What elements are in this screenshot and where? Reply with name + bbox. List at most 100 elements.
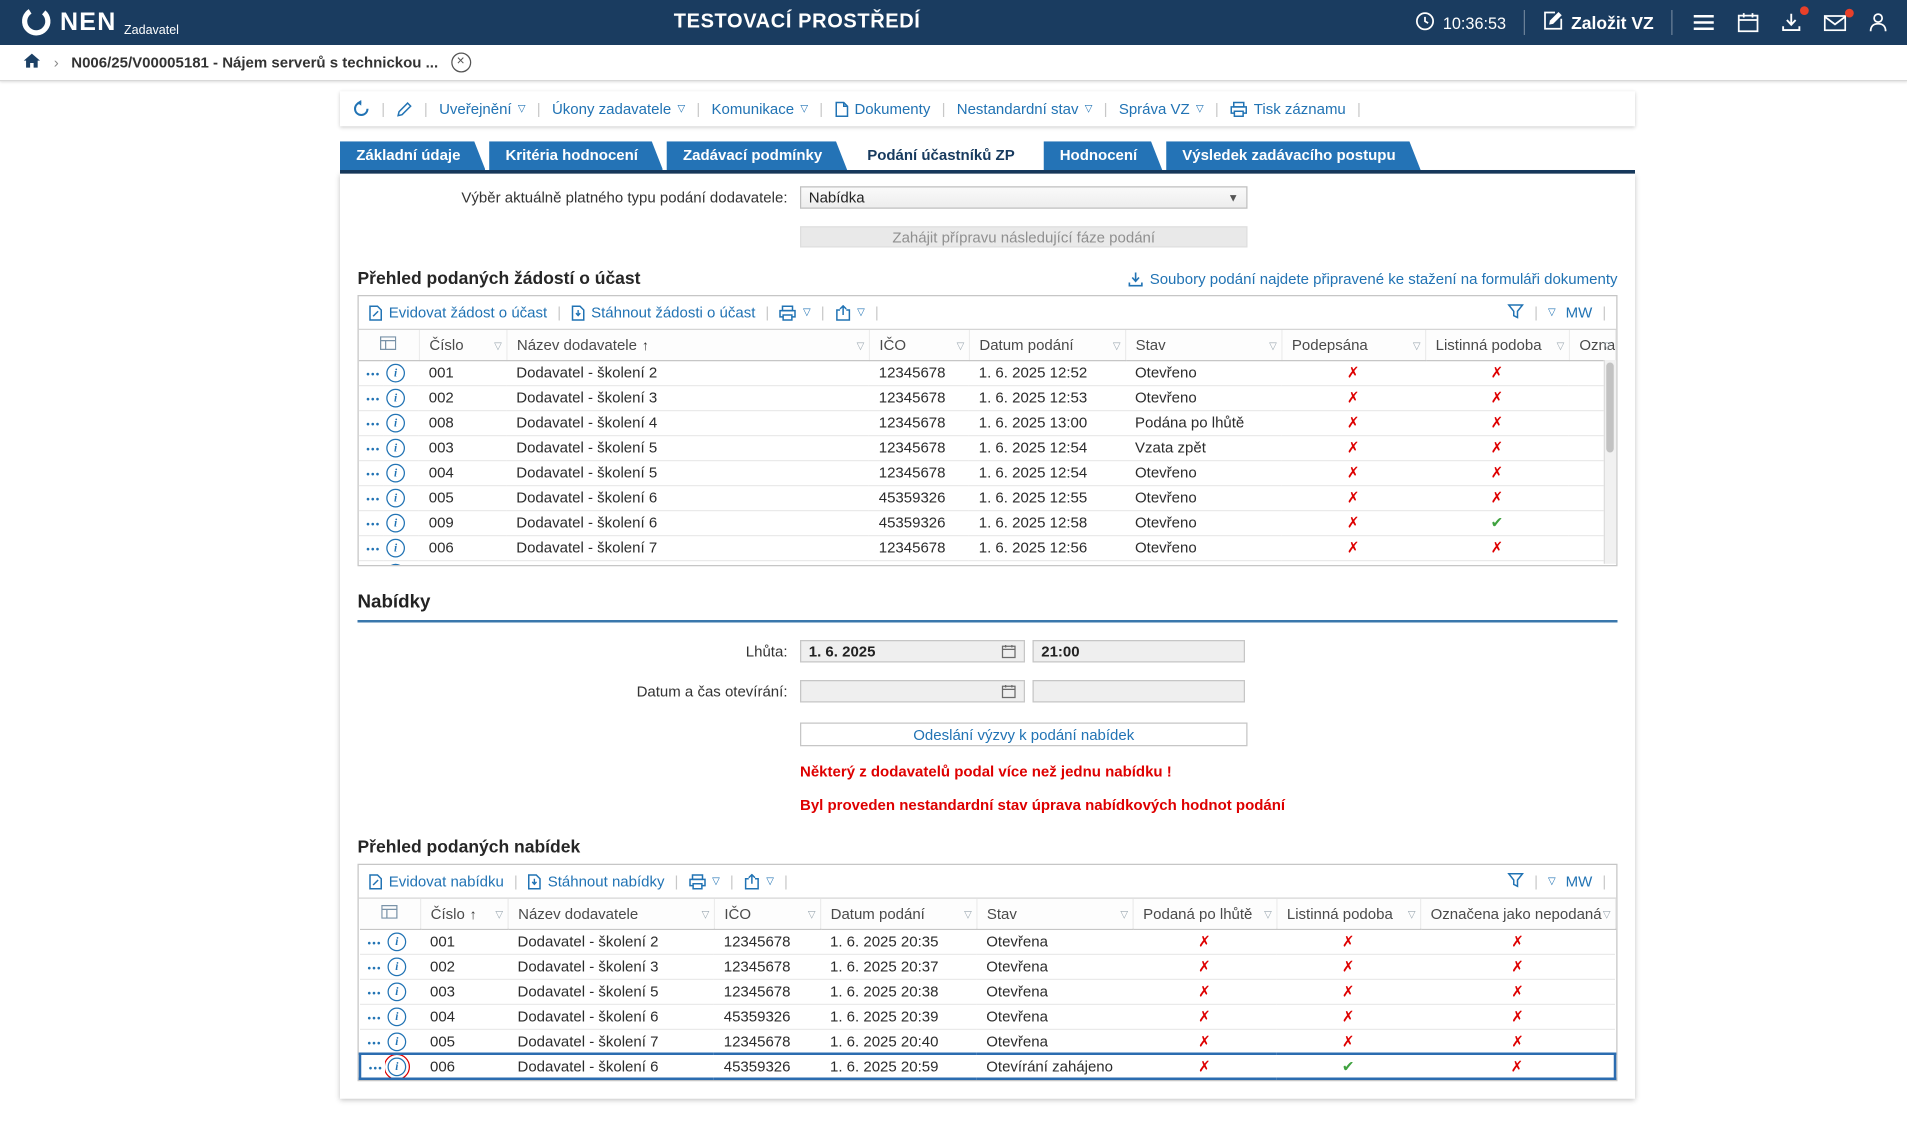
table-row[interactable]: •••i006Dodavatel - školení 7123456781. 6… — [359, 535, 1616, 560]
filter-button[interactable] — [1508, 872, 1524, 891]
menu-uverejneni[interactable]: Uveřejnění▽ — [439, 100, 525, 118]
row-menu-icon[interactable]: ••• — [366, 394, 380, 405]
deadline-time-field[interactable]: 21:00 — [1033, 640, 1246, 663]
column-header-ičo[interactable]: IČO▽ — [714, 899, 820, 929]
grid-settings-icon[interactable] — [360, 899, 420, 929]
scrollbar-thumb[interactable] — [1606, 363, 1614, 453]
home-button[interactable] — [23, 53, 42, 73]
opening-time-field[interactable] — [1033, 680, 1246, 703]
row-menu-icon[interactable]: ••• — [369, 1063, 383, 1074]
column-header-název-dodavatele[interactable]: Název dodavatele↑▽ — [506, 330, 869, 360]
calendar-icon[interactable] — [1001, 684, 1016, 699]
row-info-icon[interactable]: i — [386, 489, 405, 508]
table-row[interactable]: •••i001Dodavatel - školení 2123456781. 6… — [360, 929, 1615, 954]
column-header-číslo[interactable]: Číslo▽ — [419, 330, 507, 360]
column-header-stav[interactable]: Stav▽ — [1125, 330, 1281, 360]
row-info-icon[interactable]: i — [386, 439, 405, 458]
filter-caret-icon[interactable]: ▽ — [1413, 340, 1421, 351]
session-clock[interactable]: 10:36:53 — [1415, 11, 1506, 35]
table-row[interactable]: •••i007Dodavatel - školení 8123456781. 6… — [359, 560, 1616, 565]
start-next-phase-button[interactable]: Zahájit přípravu následující fáze podání — [800, 226, 1248, 247]
profile-icon[interactable] — [1866, 10, 1890, 35]
print-grid-button[interactable]: ▽ — [688, 873, 719, 889]
calendar-icon[interactable] — [1735, 10, 1761, 35]
download-requests-button[interactable]: Stáhnout žádosti o účast — [571, 304, 755, 322]
table-row[interactable]: •••i004Dodavatel - školení 5123456781. 6… — [359, 460, 1616, 485]
filter-caret-icon[interactable]: ▽ — [1120, 909, 1128, 920]
table-row[interactable]: •••i005Dodavatel - školení 7123456781. 6… — [360, 1029, 1615, 1054]
table-row[interactable]: •••i004Dodavatel - školení 6453593261. 6… — [360, 1004, 1615, 1029]
column-header-podaná-po-lhůtě[interactable]: Podaná po lhůtě▽ — [1133, 899, 1277, 929]
menu-dokumenty[interactable]: Dokumenty — [834, 100, 930, 118]
row-info-icon[interactable]: i — [386, 514, 405, 533]
history-button[interactable] — [353, 100, 371, 118]
row-info-icon[interactable]: i — [386, 414, 405, 433]
download-offers-button[interactable]: Stáhnout nabídky — [528, 873, 665, 891]
row-menu-icon[interactable]: ••• — [368, 988, 382, 999]
print-grid-button[interactable]: ▽ — [779, 304, 810, 320]
column-header-datum-podání[interactable]: Datum podání▽ — [969, 330, 1125, 360]
tab-vysledek-zadavaciho-postupu[interactable]: Výsledek zadávacího postupu — [1166, 141, 1421, 170]
table-row[interactable]: •••i003Dodavatel - školení 5123456781. 6… — [359, 435, 1616, 460]
row-menu-icon[interactable]: ••• — [368, 938, 382, 949]
table-row[interactable]: •••i002Dodavatel - školení 3123456781. 6… — [360, 954, 1615, 979]
menu-ukony-zadavatele[interactable]: Úkony zadavatele▽ — [552, 100, 685, 118]
tab-kriteria-hodnoceni[interactable]: Kritéria hodnocení — [489, 141, 663, 170]
create-vz-button[interactable]: Založit VZ — [1542, 10, 1653, 35]
column-header-podepsána[interactable]: Podepsána▽ — [1281, 330, 1425, 360]
app-logo[interactable]: NEN Zadavatel — [20, 4, 179, 40]
chevron-down-icon[interactable]: ▽ — [1548, 876, 1556, 886]
row-menu-icon[interactable]: ••• — [366, 544, 380, 555]
calendar-icon[interactable] — [1001, 644, 1016, 659]
filter-caret-icon[interactable]: ▽ — [964, 909, 972, 920]
column-header-ičo[interactable]: IČO▽ — [869, 330, 969, 360]
chevron-down-icon[interactable]: ▽ — [1548, 308, 1556, 318]
filter-caret-icon[interactable]: ▽ — [1408, 909, 1416, 920]
column-header-stav[interactable]: Stav▽ — [976, 899, 1132, 929]
filter-caret-icon[interactable]: ▽ — [957, 340, 965, 351]
opening-date-field[interactable] — [800, 680, 1025, 703]
grid-settings-icon[interactable] — [359, 330, 419, 360]
row-menu-icon[interactable]: ••• — [366, 419, 380, 430]
row-info-icon[interactable]: i — [388, 933, 407, 952]
row-info-icon[interactable]: i — [386, 539, 405, 558]
row-menu-icon[interactable]: ••• — [366, 444, 380, 455]
messages-icon[interactable] — [1821, 12, 1849, 33]
filter-caret-icon[interactable]: ▽ — [1269, 340, 1277, 351]
deadline-date-field[interactable]: 1. 6. 2025 — [800, 640, 1025, 663]
filter-caret-icon[interactable]: ▽ — [702, 909, 710, 920]
menu-icon[interactable] — [1690, 11, 1718, 34]
table-row[interactable]: •••i001Dodavatel - školení 2123456781. 6… — [359, 360, 1616, 385]
filter-caret-icon[interactable]: ▽ — [1113, 340, 1121, 351]
table-row[interactable]: •••i002Dodavatel - školení 3123456781. 6… — [359, 385, 1616, 410]
row-info-icon[interactable]: i — [388, 1008, 407, 1027]
column-header-listinná-podoba[interactable]: Listinná podoba▽ — [1276, 899, 1420, 929]
column-header-označena-jako-nepodaná[interactable]: Označena jako nepodaná▽ — [1420, 899, 1615, 929]
row-info-icon[interactable]: i — [388, 1032, 407, 1051]
tab-podani-ucastniku-zp[interactable]: Podání účastníků ZP — [851, 141, 1040, 170]
print-record-button[interactable]: Tisk záznamu — [1230, 100, 1346, 118]
row-menu-icon[interactable]: ••• — [368, 1013, 382, 1024]
row-menu-icon[interactable]: ••• — [366, 469, 380, 480]
column-header-číslo[interactable]: Číslo↑▽ — [420, 899, 508, 929]
table-row[interactable]: •••i008Dodavatel - školení 4123456781. 6… — [359, 410, 1616, 435]
column-header-datum-podání[interactable]: Datum podání▽ — [820, 899, 976, 929]
row-info-icon[interactable]: i — [386, 364, 405, 383]
breadcrumb-item[interactable]: N006/25/V00005181 - Nájem serverů s tech… — [71, 54, 438, 72]
table-row[interactable]: •••i005Dodavatel - školení 6453593261. 6… — [359, 485, 1616, 510]
export-grid-button[interactable]: ▽ — [835, 304, 865, 320]
menu-nestandardni-stav[interactable]: Nestandardní stav▽ — [957, 100, 1093, 118]
row-menu-icon[interactable]: ••• — [368, 963, 382, 974]
column-header-označena-jako-nepodaná[interactable]: Označena jako nepodaná▽ — [1569, 330, 1616, 360]
edit-button[interactable] — [396, 101, 412, 117]
vertical-scrollbar[interactable] — [1604, 360, 1617, 564]
row-menu-icon[interactable]: ••• — [366, 494, 380, 505]
export-grid-button[interactable]: ▽ — [744, 873, 774, 889]
row-info-icon[interactable]: i — [388, 1058, 407, 1077]
filter-caret-icon[interactable]: ▽ — [1264, 909, 1272, 920]
downloads-icon[interactable] — [1779, 10, 1804, 35]
row-menu-icon[interactable]: ••• — [366, 519, 380, 530]
submission-type-select[interactable]: Nabídka ▼ — [800, 186, 1248, 209]
table-row[interactable]: •••i009Dodavatel - školení 6453593261. 6… — [359, 510, 1616, 535]
register-request-button[interactable]: Evidovat žádost o účast — [369, 304, 547, 322]
